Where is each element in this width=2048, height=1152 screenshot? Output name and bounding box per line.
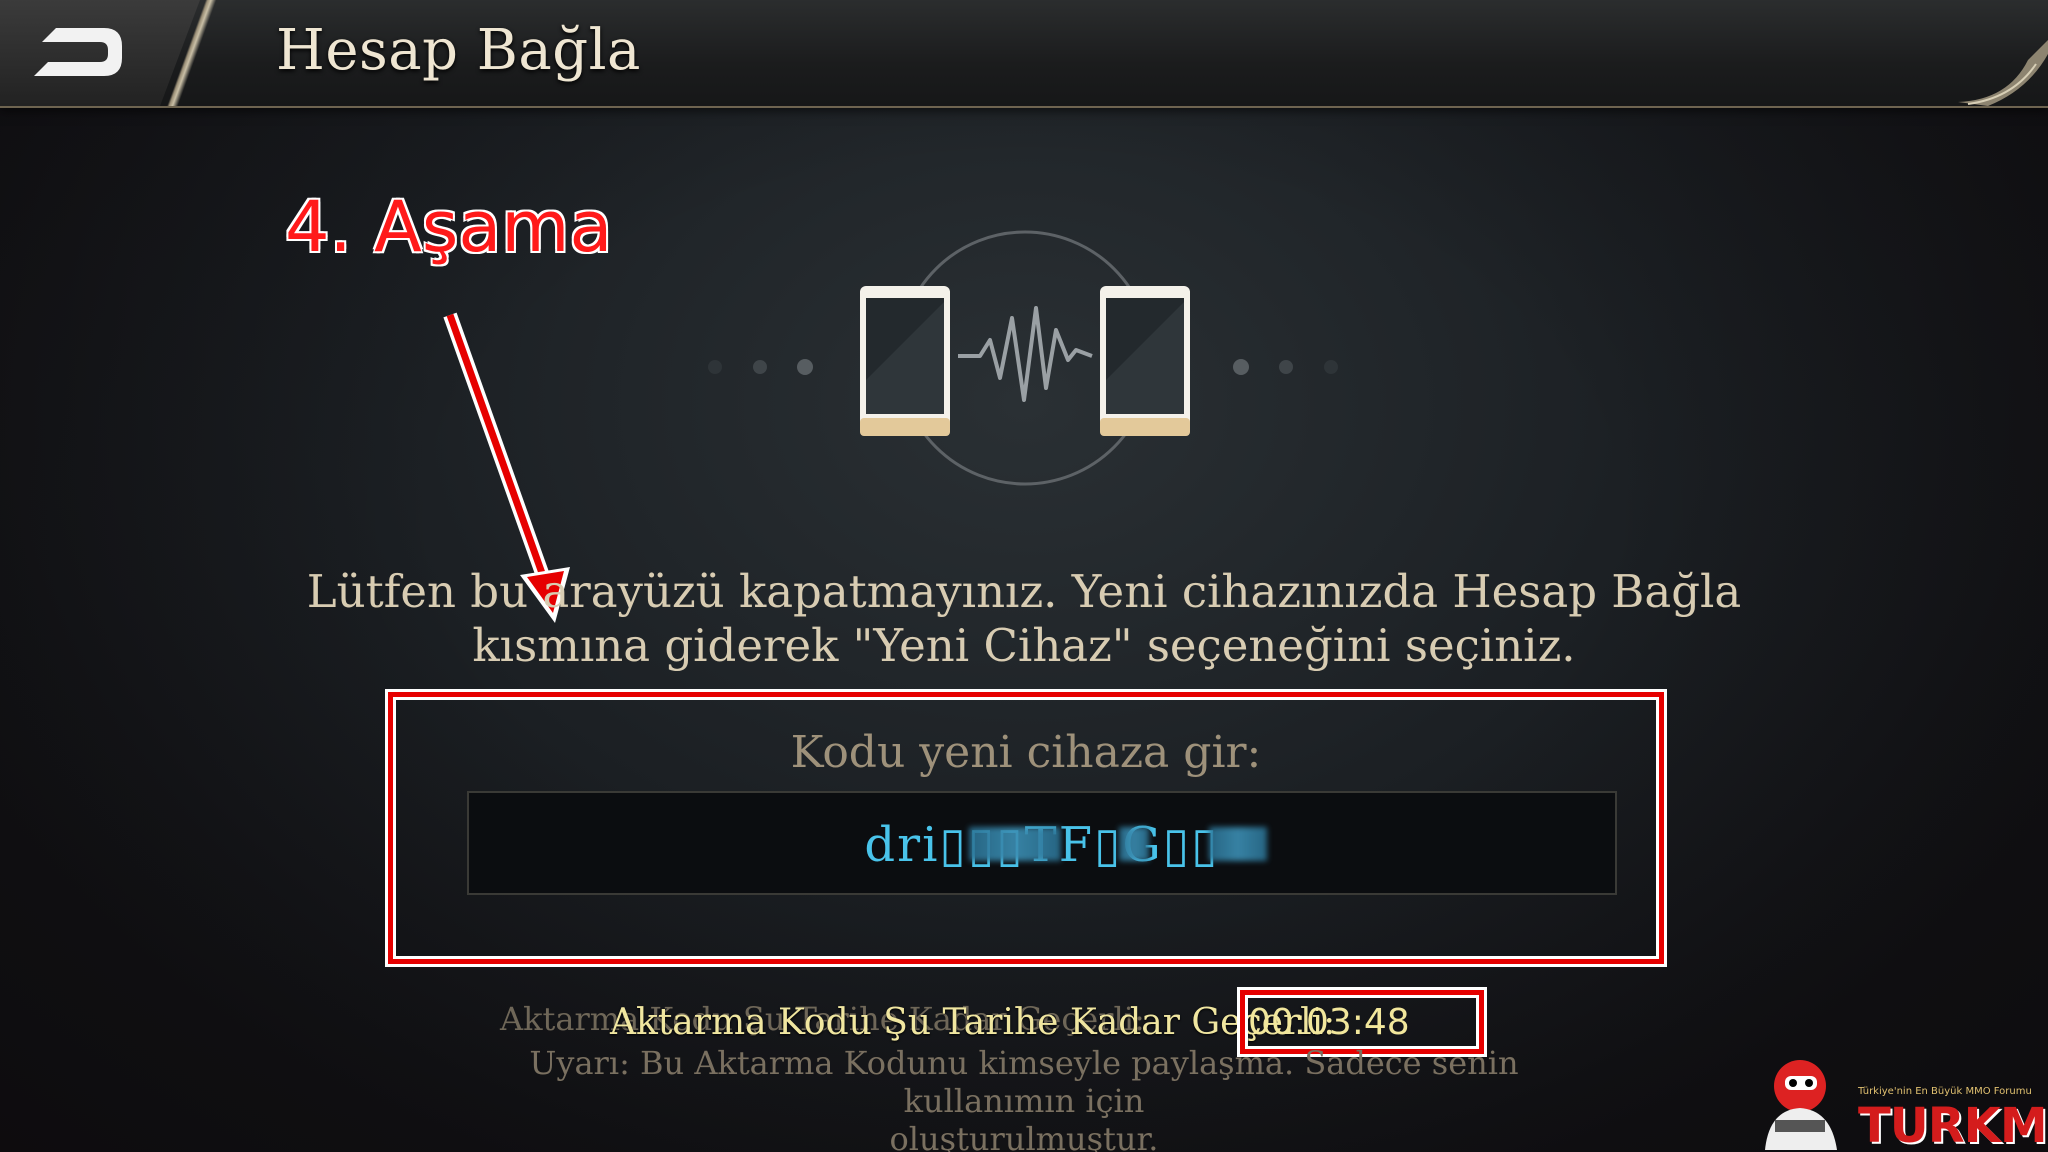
code-field[interactable]: dri▯▯▯TF▯G▯▯ [467, 791, 1617, 895]
info-text: Lütfen bu arayüzü kapatmayınız. Yeni cih… [300, 565, 1748, 673]
screen: Hesap Bağla 4. Aşama Lütfen bu arayüzü k… [0, 0, 2048, 1152]
corner-ornament-icon [1958, 40, 2048, 106]
back-button-divider [160, 0, 230, 106]
info-line-2: kısmına giderek "Yeni Cihaz" seçeneğini … [472, 619, 1576, 672]
watermark-logo: TURKMMO [1858, 1098, 2048, 1152]
warning-line-1: Uyarı: Bu Aktarma Kodunu kimseyle paylaş… [529, 1044, 1519, 1120]
warning-line-2: oluşturulmuştur. [889, 1120, 1159, 1152]
back-arrow-icon [34, 28, 122, 76]
warning-text: Uyarı: Bu Aktarma Kodunu kimseyle paylaş… [440, 1044, 1608, 1152]
code-prompt: Kodu yeni cihaza gir: [790, 727, 1262, 778]
watermark-tagline: Türkiye'nin En Büyük MMO Forumu [1858, 1086, 2032, 1097]
step-label: 4. Aşama [285, 186, 613, 268]
expiry-timer: 00:03:48 [1248, 1002, 1410, 1043]
redaction-blur [969, 827, 1061, 861]
redaction-blur [1209, 827, 1267, 861]
mascot-icon [1765, 1060, 1837, 1150]
redaction-blur [1119, 827, 1149, 861]
page-title: Hesap Bağla [276, 18, 641, 83]
phone-transfer-icon [708, 230, 1338, 486]
info-line-1: Lütfen bu arayüzü kapatmayınız. Yeni cih… [306, 565, 1742, 618]
top-bar: Hesap Bağla [0, 0, 2048, 108]
code-panel: Kodu yeni cihaza gir: dri▯▯▯TF▯G▯▯ [388, 692, 1664, 964]
expiry-label: Aktarma Kodu Şu Tarihe Kadar Geçerli: [610, 1002, 1336, 1043]
